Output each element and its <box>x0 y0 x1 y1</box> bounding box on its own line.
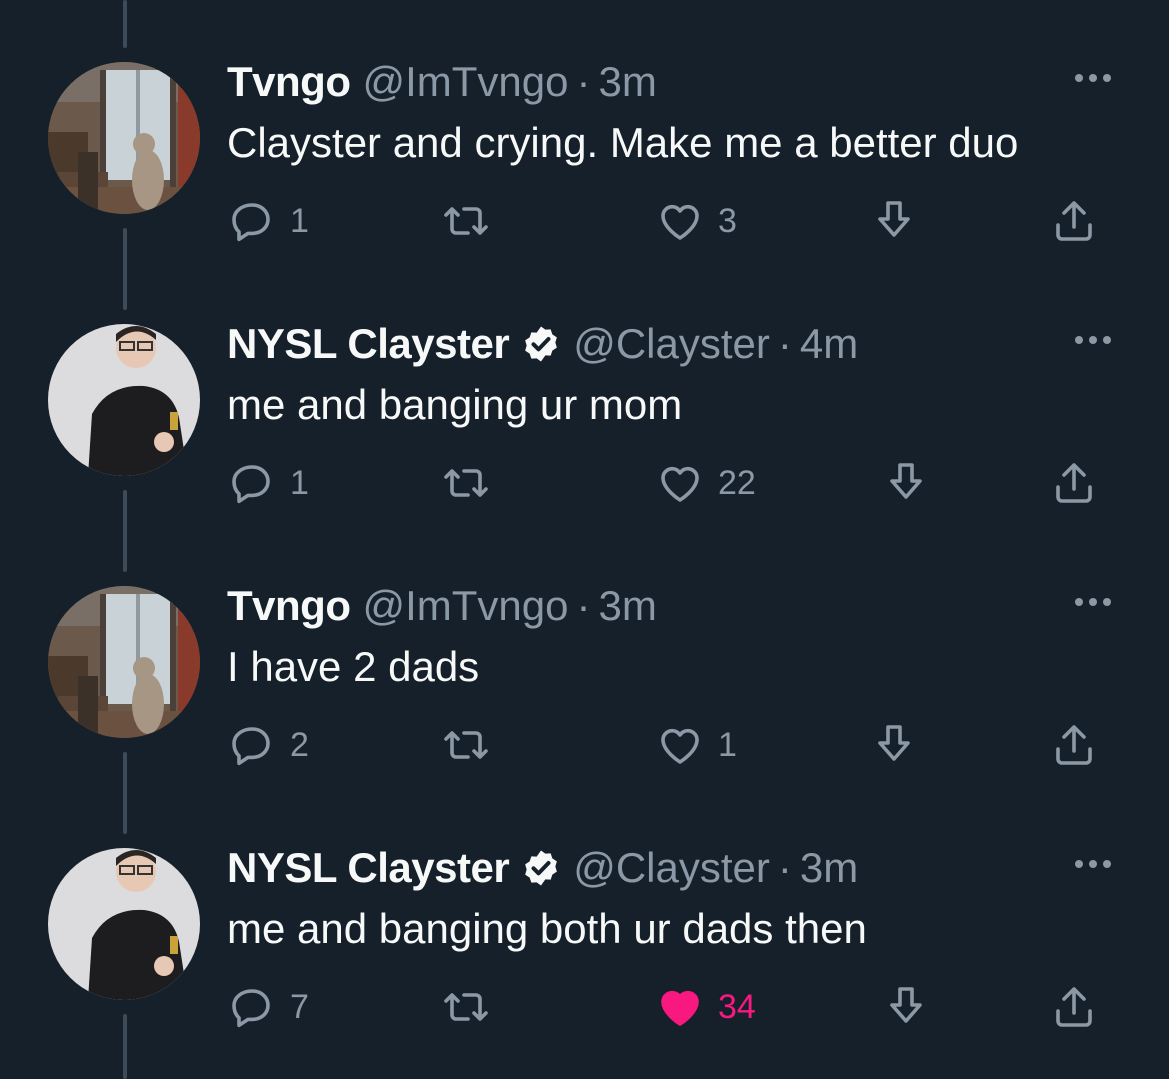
reply-icon <box>232 465 270 504</box>
like-button[interactable]: 1 <box>656 720 737 770</box>
timestamp[interactable]: 3m <box>599 582 657 630</box>
tweet-header: NYSL Clayster @Clayster · 4m <box>227 320 858 368</box>
action-bar: 7 34 <box>0 982 1169 1032</box>
verified-badge-icon <box>525 850 558 886</box>
tweet-header: Tvngo @ImTvngo · 3m <box>227 582 657 630</box>
retweet-icon <box>444 731 488 759</box>
reply-icon <box>232 203 270 242</box>
avatar[interactable] <box>48 62 200 214</box>
verified-badge-icon <box>525 326 558 362</box>
retweet-button[interactable] <box>442 196 490 246</box>
like-button[interactable]: 34 <box>656 982 756 1032</box>
reply-count: 2 <box>290 725 309 764</box>
download-icon <box>890 463 922 499</box>
like-count: 3 <box>718 201 737 240</box>
like-count: 1 <box>718 725 737 764</box>
reply-icon <box>232 727 270 766</box>
heart-icon <box>661 728 699 764</box>
tweet-text: Clayster and crying. Make me a better du… <box>227 119 1019 166</box>
user-handle[interactable]: @ImTvngo <box>362 582 568 630</box>
separator-dot: · <box>576 582 591 629</box>
reply-count: 1 <box>290 463 309 502</box>
more-icon[interactable] <box>1070 852 1116 876</box>
reply-button[interactable]: 2 <box>228 720 309 770</box>
share-button[interactable] <box>1050 982 1098 1032</box>
retweet-icon <box>444 993 488 1021</box>
more-icon[interactable] <box>1070 590 1116 614</box>
person-avatar-image <box>48 848 200 1000</box>
reply-icon <box>232 989 270 1028</box>
tweet-header: Tvngo @ImTvngo · 3m <box>227 58 657 106</box>
tweet-text: me and banging ur mom <box>227 381 683 428</box>
retweet-button[interactable] <box>442 458 490 508</box>
separator-dot: · <box>576 58 591 105</box>
retweet-button[interactable] <box>442 720 490 770</box>
retweet-icon <box>444 469 488 497</box>
tweet-text: me and banging both ur dads then <box>227 905 867 952</box>
retweet-button[interactable] <box>442 982 490 1032</box>
tweet[interactable]: Tvngo @ImTvngo · 3m Clayster and crying.… <box>0 0 1169 262</box>
download-button[interactable] <box>870 720 918 770</box>
separator-dot: · <box>777 320 792 367</box>
avatar[interactable] <box>48 848 200 1000</box>
dog-avatar-image <box>48 586 200 738</box>
timestamp[interactable]: 4m <box>800 320 858 368</box>
tweet[interactable]: Tvngo @ImTvngo · 3m I have 2 dads 2 1 <box>0 524 1169 786</box>
user-handle[interactable]: @Clayster <box>573 844 770 892</box>
reply-button[interactable]: 7 <box>228 982 309 1032</box>
dog-avatar-image <box>48 62 200 214</box>
like-button[interactable]: 22 <box>656 458 756 508</box>
more-icon[interactable] <box>1070 66 1116 90</box>
download-button[interactable] <box>882 458 930 508</box>
heart-icon <box>661 204 699 240</box>
tweet-header: NYSL Clayster @Clayster · 3m <box>227 844 858 892</box>
action-bar: 1 3 <box>0 196 1169 246</box>
more-icon[interactable] <box>1070 328 1116 352</box>
download-button[interactable] <box>870 196 918 246</box>
timestamp[interactable]: 3m <box>800 844 858 892</box>
share-button[interactable] <box>1050 458 1098 508</box>
share-icon <box>1056 463 1092 503</box>
retweet-icon <box>444 207 488 235</box>
timestamp[interactable]: 3m <box>599 58 657 106</box>
reply-count: 1 <box>290 201 309 240</box>
action-bar: 1 22 <box>0 458 1169 508</box>
action-bar: 2 1 <box>0 720 1169 770</box>
display-name[interactable]: Tvngo <box>227 582 351 630</box>
user-handle[interactable]: @Clayster <box>573 320 770 368</box>
download-button[interactable] <box>882 982 930 1032</box>
share-button[interactable] <box>1050 720 1098 770</box>
reply-button[interactable]: 1 <box>228 458 309 508</box>
reply-button[interactable]: 1 <box>228 196 309 246</box>
like-count: 22 <box>718 463 756 502</box>
like-button[interactable]: 3 <box>656 196 737 246</box>
download-icon <box>878 201 910 237</box>
tweet-text: I have 2 dads <box>227 643 480 690</box>
heart-icon <box>661 466 699 502</box>
share-icon <box>1056 201 1092 241</box>
user-handle[interactable]: @ImTvngo <box>362 58 568 106</box>
download-icon <box>890 987 922 1023</box>
share-icon <box>1056 725 1092 765</box>
reply-count: 7 <box>290 987 309 1026</box>
display-name[interactable]: NYSL Clayster <box>227 844 510 892</box>
separator-dot: · <box>777 844 792 891</box>
avatar[interactable] <box>48 324 200 476</box>
heart-filled-icon <box>661 990 699 1026</box>
download-icon <box>878 725 910 761</box>
share-button[interactable] <box>1050 196 1098 246</box>
avatar[interactable] <box>48 586 200 738</box>
display-name[interactable]: NYSL Clayster <box>227 320 510 368</box>
tweet[interactable]: NYSL Clayster @Clayster · 4m me and bang… <box>0 262 1169 524</box>
person-avatar-image <box>48 324 200 476</box>
share-icon <box>1056 987 1092 1027</box>
like-count: 34 <box>718 987 756 1026</box>
tweet[interactable]: NYSL Clayster @Clayster · 3m me and bang… <box>0 786 1169 1048</box>
display-name[interactable]: Tvngo <box>227 58 351 106</box>
